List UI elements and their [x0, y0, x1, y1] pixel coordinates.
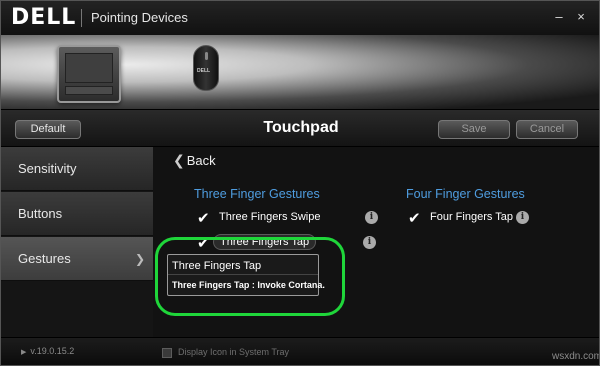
option-label: Four Fingers Tap	[430, 211, 513, 223]
info-icon[interactable]: i	[365, 211, 378, 224]
tooltip-title: Three Fingers Tap	[172, 260, 262, 272]
info-icon[interactable]: i	[516, 211, 529, 224]
checkmark-icon[interactable]: ✔	[197, 234, 210, 252]
checkmark-icon[interactable]: ✔	[197, 209, 210, 227]
tooltip-body: Three Fingers Tap : Invoke Cortana.	[172, 280, 325, 290]
back-arrow-icon: ❮	[173, 152, 185, 168]
cancel-button[interactable]: Cancel	[516, 120, 578, 139]
touchpad-buttons	[65, 86, 113, 95]
pointing-devices-window: DELL Pointing Devices – × DELL Default T…	[0, 0, 600, 366]
back-button[interactable]: ❮ Back	[173, 152, 216, 169]
system-tray-checkbox[interactable]	[162, 348, 172, 358]
page-title: Touchpad	[263, 119, 339, 136]
chevron-right-icon: ❯	[134, 252, 145, 266]
toolbar: Default Touchpad Save Cancel	[1, 109, 599, 147]
tooltip-divider	[168, 274, 318, 275]
sidebar-item-label: Gestures	[18, 251, 71, 266]
minimize-button[interactable]: –	[551, 9, 567, 25]
sidebar-item-label: Sensitivity	[18, 161, 77, 176]
mouse-icon[interactable]: DELL	[193, 45, 219, 91]
footer: ▶ v.19.0.15.2 Display Icon in System Tray…	[1, 337, 600, 365]
version-label: v.19.0.15.2	[30, 346, 75, 356]
checkmark-icon[interactable]: ✔	[408, 209, 421, 227]
back-label: Back	[186, 153, 216, 168]
sidebar-item-label: Buttons	[18, 206, 63, 221]
option-label: Three Fingers Tap	[213, 234, 317, 250]
watermark: wsxdn.com	[552, 351, 600, 362]
mouse-wheel	[205, 52, 208, 60]
system-tray-label: Display Icon in System Tray	[178, 347, 290, 357]
touchpad-icon[interactable]	[57, 45, 121, 103]
sidebar-item-gestures[interactable]: Gestures ❯	[1, 237, 153, 281]
app-title: Pointing Devices	[91, 10, 188, 25]
three-fingers-tap-option[interactable]: ✔ Three Fingers Tap i	[197, 234, 397, 252]
sidebar-item-buttons[interactable]: Buttons	[1, 192, 153, 236]
title-divider	[81, 9, 82, 27]
gestures-panel: ❮ Back Three Finger Gestures Four Finger …	[153, 147, 599, 337]
three-finger-heading: Three Finger Gestures	[194, 187, 320, 201]
close-button[interactable]: ×	[573, 9, 589, 25]
expand-arrow-icon: ▶	[21, 349, 27, 356]
version-info[interactable]: ▶ v.19.0.15.2	[21, 346, 74, 356]
default-button[interactable]: Default	[15, 120, 81, 139]
four-finger-heading: Four Finger Gestures	[406, 187, 525, 201]
save-button[interactable]: Save	[438, 120, 510, 139]
four-fingers-tap-option[interactable]: ✔ Four Fingers Tap i	[408, 209, 588, 227]
touchpad-surface	[65, 53, 113, 83]
title-bar: DELL Pointing Devices – ×	[1, 1, 599, 35]
sidebar-item-sensitivity[interactable]: Sensitivity	[1, 147, 153, 191]
tooltip: Three Fingers Tap Three Fingers Tap : In…	[167, 254, 325, 296]
mouse-brand: DELL	[197, 68, 211, 74]
info-icon[interactable]: i	[363, 236, 376, 249]
option-label: Three Fingers Swipe	[219, 211, 321, 223]
sidebar: Sensitivity Buttons Gestures ❯	[1, 147, 153, 337]
three-fingers-swipe-option[interactable]: ✔ Three Fingers Swipe i	[197, 209, 397, 227]
device-banner: DELL	[1, 35, 599, 109]
dell-logo: DELL	[11, 5, 77, 30]
